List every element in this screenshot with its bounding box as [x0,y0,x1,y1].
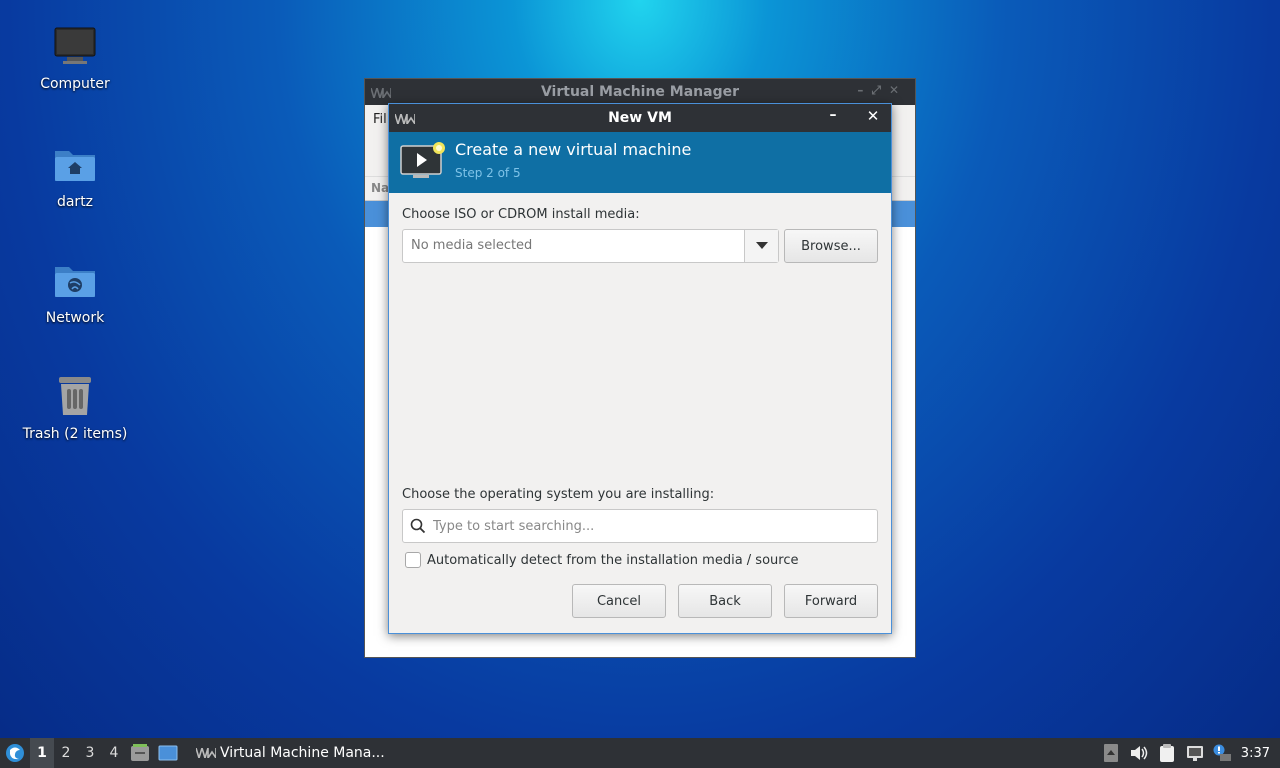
os-search-input[interactable] [433,518,863,534]
notification-button[interactable] [1209,738,1235,768]
install-media-combo[interactable]: No media selected [402,229,779,263]
network-wired-icon [1186,746,1203,761]
forward-button[interactable]: Forward [784,584,878,618]
desktop-icon-label: dartz [56,194,94,210]
vmm-logo-icon [370,86,392,102]
vmm-window-controls[interactable]: –⤢✕ [857,83,907,98]
clock[interactable]: 3:37 [1241,746,1270,761]
os-search-field[interactable] [402,509,878,543]
minimize-button[interactable]: – [823,107,843,127]
vmm-window-title: Virtual Machine Manager [540,84,740,100]
install-media-value[interactable]: No media selected [403,230,744,262]
dialog-titlebar[interactable]: New VM – ✕ [389,104,891,132]
network-status-button[interactable] [1181,738,1209,768]
menu-file[interactable]: Fil [373,112,387,127]
os-label: Choose the operating system you are inst… [402,487,715,502]
start-menu-button[interactable] [0,738,30,768]
wizard-header: Create a new virtual machine Step 2 of 5 [389,132,891,193]
desktop-icon-computer[interactable]: Computer [10,22,140,92]
computer-icon [51,22,99,70]
vmm-logo-icon [196,748,216,758]
volume-icon [1130,746,1148,760]
clipboard-button[interactable] [1153,738,1181,768]
dropdown-toggle[interactable] [744,230,778,262]
wizard-title: Create a new virtual machine [455,140,692,159]
new-vm-monitor-icon [399,140,447,184]
auto-detect-checkbox[interactable] [405,552,421,568]
clipboard-icon [1159,744,1174,762]
trash-icon [51,372,99,420]
vmm-titlebar[interactable]: Virtual Machine Manager –⤢✕ [365,79,915,105]
taskbar: 1 2 3 4 Virtual Machine Mana... 3:37 [0,738,1280,768]
desktop-icon-home[interactable]: dartz [10,140,140,210]
desktop-icon [158,745,178,761]
taskbar-task-vmm[interactable]: Virtual Machine Mana... [190,738,391,768]
vmm-logo-icon [394,112,416,128]
workspace-2[interactable]: 2 [54,738,78,768]
close-button[interactable]: ✕ [863,107,883,127]
desktop-icon-label: Computer [40,76,110,92]
task-label: Virtual Machine Mana... [220,745,385,761]
back-button[interactable]: Back [678,584,772,618]
tray-expand-button[interactable] [1097,738,1125,768]
browse-button[interactable]: Browse... [784,229,878,263]
search-icon [403,518,433,534]
chevron-up-icon [1103,744,1118,762]
auto-detect-label[interactable]: Automatically detect from the installati… [427,553,798,568]
workspace-3[interactable]: 3 [78,738,102,768]
desktop: Computer dartz Network Trash (2 items) V… [0,0,1280,738]
new-vm-dialog: New VM – ✕ Create a new virtual machine … [388,103,892,634]
media-label: Choose ISO or CDROM install media: [402,207,640,222]
show-desktop-launcher[interactable] [154,738,182,768]
workspace-1[interactable]: 1 [30,738,54,768]
file-manager-icon [131,744,149,761]
file-manager-launcher[interactable] [126,738,154,768]
home-folder-icon [51,140,99,188]
workspace-4[interactable]: 4 [102,738,126,768]
network-icon [51,256,99,304]
dialog-title: New VM [608,110,672,126]
cancel-button[interactable]: Cancel [572,584,666,618]
wizard-step: Step 2 of 5 [455,166,521,180]
desktop-icon-label: Trash (2 items) [22,426,128,442]
auto-detect-row[interactable]: Automatically detect from the installati… [405,552,798,568]
desktop-icon-trash[interactable]: Trash (2 items) [10,372,140,442]
column-name[interactable]: Na [371,181,389,195]
chevron-down-icon [755,242,768,249]
notification-icon [1213,744,1231,761]
desktop-icon-label: Network [45,310,105,326]
system-tray: 3:37 [1097,738,1280,768]
desktop-icon-network[interactable]: Network [10,256,140,326]
volume-button[interactable] [1125,738,1153,768]
lxqt-logo-icon [6,744,24,762]
dialog-body: Choose ISO or CDROM install media: No me… [389,193,891,634]
